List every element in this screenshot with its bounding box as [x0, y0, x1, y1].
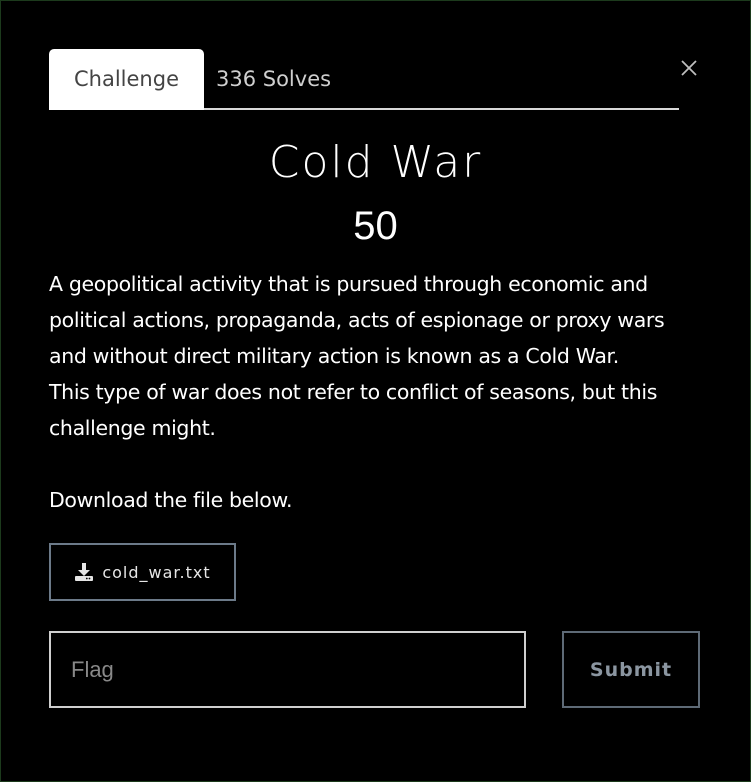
download-icon	[75, 563, 94, 581]
close-button[interactable]	[678, 57, 700, 79]
description-line: political actions, propaganda, acts of e…	[49, 308, 665, 332]
challenge-points: 50	[353, 204, 398, 248]
file-name: cold_war.txt	[102, 562, 211, 582]
tab-challenge[interactable]: Challenge	[49, 49, 204, 110]
challenge-description: A geopolitical activity that is pursued …	[49, 266, 709, 518]
download-note: Download the file below.	[49, 488, 293, 512]
flag-input[interactable]	[49, 631, 526, 708]
tab-bar: Challenge 336 Solves	[49, 49, 679, 110]
challenge-title: Cold War	[268, 137, 483, 188]
submit-button[interactable]: Submit	[562, 631, 700, 708]
description-line: challenge might.	[49, 416, 216, 440]
file-download-button[interactable]: cold_war.txt	[49, 543, 236, 601]
description-line: A geopolitical activity that is pursued …	[49, 272, 648, 296]
description-line: and without direct military action is kn…	[49, 344, 619, 368]
description-line: This type of war does not refer to confl…	[49, 380, 658, 404]
tab-solves[interactable]: 336 Solves	[216, 49, 356, 110]
close-icon	[681, 60, 697, 76]
challenge-modal: Challenge 336 Solves Cold War 50 A geopo…	[0, 0, 751, 782]
